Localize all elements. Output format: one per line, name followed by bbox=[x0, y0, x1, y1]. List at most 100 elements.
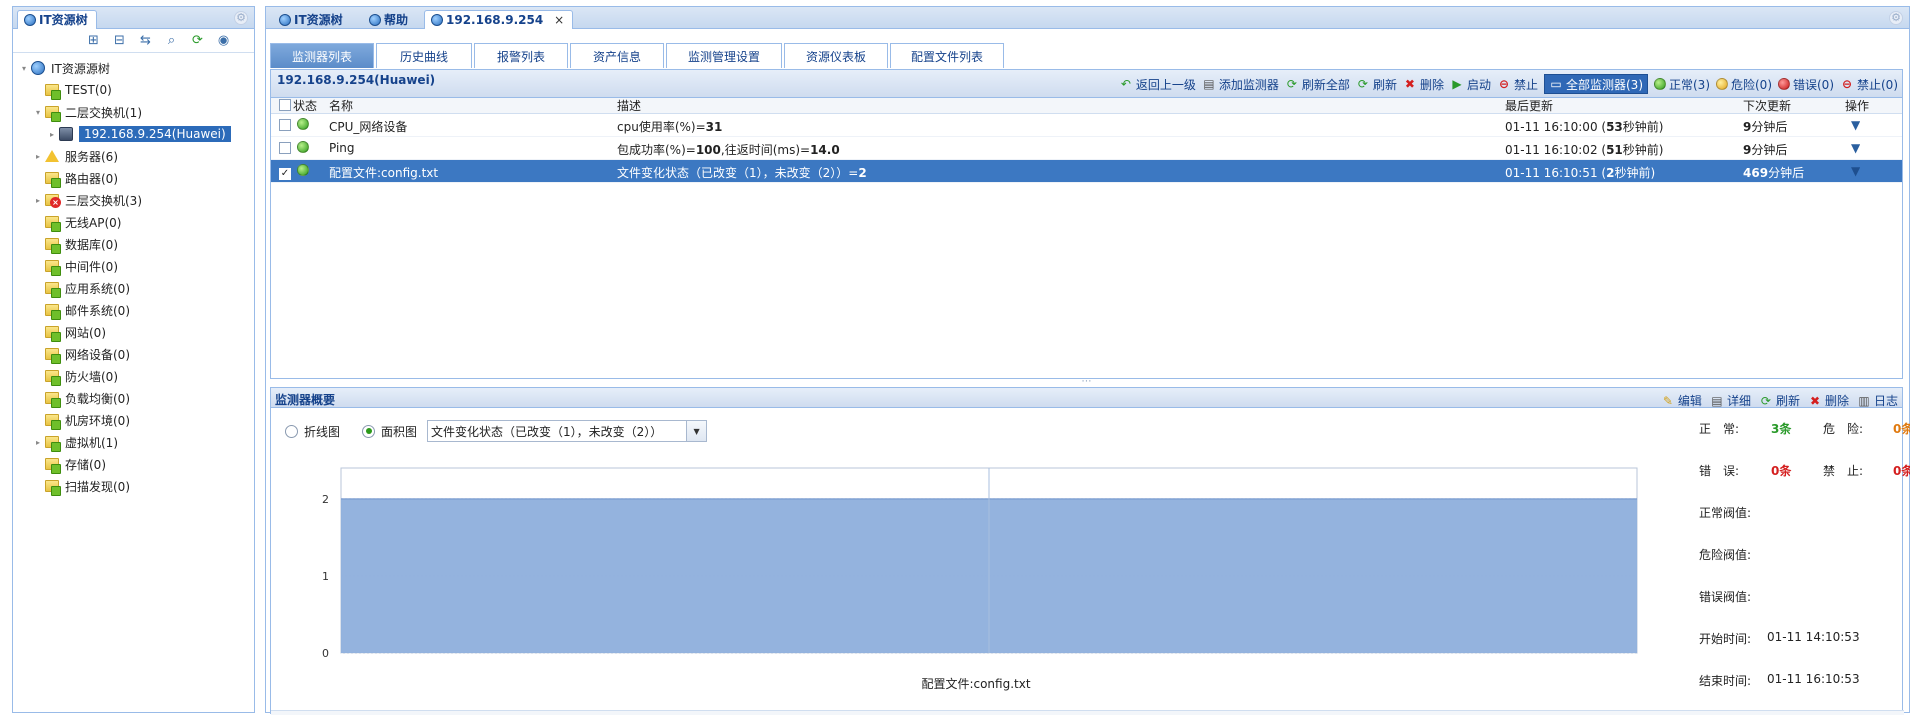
tab-label: IT资源树 bbox=[39, 13, 88, 27]
area-chart-radio[interactable] bbox=[362, 424, 376, 438]
sub-tab[interactable]: 报警列表 bbox=[474, 43, 568, 68]
summary-header: 监测器概要 ✎ 编辑 ▤ 详细 ⟳ 刷新 ✖ 删除 ▥ 日志 bbox=[271, 388, 1902, 408]
tree-node-label: 二层交换机(1) bbox=[65, 105, 142, 120]
expand-arrow-icon[interactable]: ▸ bbox=[47, 130, 57, 139]
filter-danger[interactable]: 危险(0) bbox=[1716, 76, 1772, 93]
sub-tab[interactable]: 资源仪表板 bbox=[784, 43, 888, 68]
filter-all-monitors[interactable]: ▭ 全部监测器(3) bbox=[1544, 74, 1648, 94]
search-icon[interactable]: ⌕ bbox=[163, 33, 181, 49]
tab-help[interactable]: 帮助 bbox=[362, 10, 417, 29]
link-icon[interactable]: ⇆ bbox=[137, 33, 155, 49]
log-button[interactable]: ▥ 日志 bbox=[1857, 392, 1898, 409]
expand-arrow-icon[interactable]: ▸ bbox=[33, 196, 43, 205]
panel-settings-icon[interactable]: ⚙ bbox=[234, 11, 248, 25]
row-checkbox[interactable] bbox=[279, 142, 291, 157]
tree-node[interactable]: 扫描发现(0) bbox=[13, 475, 254, 497]
row-checkbox[interactable] bbox=[279, 119, 291, 134]
add-monitor-icon: ▤ bbox=[1203, 77, 1215, 91]
filter-forbidden[interactable]: ⊖ 禁止(0) bbox=[1840, 76, 1898, 93]
tab-it-resource-tree[interactable]: IT资源树 bbox=[272, 10, 352, 29]
refresh-icon[interactable]: ⟳ bbox=[189, 33, 207, 49]
refresh-button[interactable]: ⟳ 刷新 bbox=[1356, 76, 1397, 93]
table-row[interactable]: ✓ 配置文件:config.txt 文件变化状态（已改变（1），未改变（2））=2 0… bbox=[271, 160, 1902, 183]
disable-button[interactable]: ⊖ 禁止 bbox=[1497, 76, 1538, 93]
add-monitor-button[interactable]: ▤ 添加监测器 bbox=[1202, 76, 1279, 93]
collapse-arrow-icon[interactable]: ▾ bbox=[19, 64, 29, 73]
select-all-checkbox[interactable] bbox=[279, 99, 291, 114]
monitor-desc: 文件变化状态（已改变（1），未改变（2））=2 bbox=[617, 166, 867, 180]
detail-button[interactable]: ▤ 详细 bbox=[1710, 392, 1751, 409]
tree-node[interactable]: 防火墙(0) bbox=[13, 365, 254, 387]
expand-all-icon[interactable]: ⊞ bbox=[85, 33, 103, 49]
back-button[interactable]: ↶ 返回上一级 bbox=[1119, 76, 1196, 93]
table-row[interactable]: Ping 包成功率(%)=100,往返时间(ms)=14.0 01-11 16:10… bbox=[271, 137, 1902, 160]
row-menu-icon[interactable]: ▼ bbox=[1851, 164, 1860, 178]
tree-node[interactable]: ▸ 192.168.9.254(Huawei) bbox=[13, 123, 254, 145]
tree-node[interactable]: 中间件(0) bbox=[13, 255, 254, 277]
row-menu-icon[interactable]: ▼ bbox=[1851, 141, 1860, 155]
tree-node[interactable]: TEST(0) bbox=[13, 79, 254, 101]
monitor-name[interactable]: Ping bbox=[329, 141, 355, 155]
tree-node[interactable]: ▸ 服务器(6) bbox=[13, 145, 254, 167]
y-tick-label: 0 bbox=[322, 647, 329, 660]
col-name[interactable]: 名称 bbox=[329, 97, 353, 114]
globe-icon bbox=[24, 14, 36, 26]
tree-node[interactable]: 无线AP(0) bbox=[13, 211, 254, 233]
filter-error[interactable]: 错误(0) bbox=[1778, 76, 1834, 93]
refresh-all-button[interactable]: ⟳ 刷新全部 bbox=[1285, 76, 1350, 93]
col-desc[interactable]: 描述 bbox=[617, 97, 641, 114]
sub-tab[interactable]: 历史曲线 bbox=[376, 43, 472, 68]
expand-arrow-icon[interactable]: ▾ bbox=[33, 108, 43, 117]
table-row[interactable]: CPU_网络设备 cpu使用率(%)=31 01-11 16:10:00 (53秒钟… bbox=[271, 114, 1902, 137]
tree-node[interactable]: ▸ × 三层交换机(3) bbox=[13, 189, 254, 211]
tab-device[interactable]: 192.168.9.254 × bbox=[424, 10, 574, 29]
tree-node[interactable]: 负载均衡(0) bbox=[13, 387, 254, 409]
line-chart-radio[interactable] bbox=[285, 424, 298, 438]
eye-icon[interactable]: ◉ bbox=[215, 33, 233, 49]
edit-button[interactable]: ✎ 编辑 bbox=[1661, 392, 1702, 409]
forbid-count-label: 禁 止: bbox=[1823, 464, 1864, 478]
tree-node[interactable]: 机房环境(0) bbox=[13, 409, 254, 431]
start-button[interactable]: ▶ 启动 bbox=[1450, 76, 1491, 93]
chevron-down-icon[interactable]: ▼ bbox=[686, 421, 707, 441]
expand-arrow-icon[interactable]: ▸ bbox=[33, 152, 43, 161]
tree-node[interactable]: 路由器(0) bbox=[13, 167, 254, 189]
col-ops[interactable]: 操作 bbox=[1845, 97, 1869, 114]
col-status[interactable]: 状态 bbox=[293, 97, 317, 114]
tree-node[interactable]: 网络设备(0) bbox=[13, 343, 254, 365]
tab-it-resource-tree[interactable]: IT资源树 bbox=[17, 10, 97, 29]
tree-node[interactable]: ▾ 二层交换机(1) bbox=[13, 101, 254, 123]
tree-root[interactable]: ▾ IT资源源树 bbox=[13, 57, 254, 79]
tree-node[interactable]: 数据库(0) bbox=[13, 233, 254, 255]
tree-node[interactable]: ▸ 虚拟机(1) bbox=[13, 431, 254, 453]
delete-button[interactable]: ✖ 删除 bbox=[1808, 392, 1849, 409]
collapse-all-icon[interactable]: ⊟ bbox=[111, 33, 129, 49]
col-last-update[interactable]: 最后更新 bbox=[1505, 97, 1553, 114]
sub-tab[interactable]: 配置文件列表 bbox=[890, 43, 1004, 68]
sub-tab[interactable]: 监测器列表 bbox=[270, 43, 374, 68]
sub-tab[interactable]: 监测管理设置 bbox=[666, 43, 782, 68]
row-checkbox[interactable]: ✓ bbox=[279, 165, 291, 180]
tree-node[interactable]: 存储(0) bbox=[13, 453, 254, 475]
delete-button[interactable]: ✖ 删除 bbox=[1403, 76, 1444, 93]
monitor-name[interactable]: 配置文件:config.txt bbox=[329, 164, 438, 181]
next-update: 9分钟后 bbox=[1743, 120, 1788, 134]
tree-node[interactable]: 网站(0) bbox=[13, 321, 254, 343]
refresh-button[interactable]: ⟳ 刷新 bbox=[1759, 392, 1800, 409]
close-icon[interactable]: × bbox=[554, 11, 564, 29]
splitter-handle[interactable]: ⋯ bbox=[270, 377, 1903, 387]
panel-settings-icon[interactable]: ⚙ bbox=[1889, 11, 1903, 25]
y-tick-label: 1 bbox=[322, 570, 329, 583]
tree-node[interactable]: 应用系统(0) bbox=[13, 277, 254, 299]
row-menu-icon[interactable]: ▼ bbox=[1851, 118, 1860, 132]
col-next-update[interactable]: 下次更新 bbox=[1743, 97, 1791, 114]
tree-node[interactable]: 邮件系统(0) bbox=[13, 299, 254, 321]
sub-tab[interactable]: 资产信息 bbox=[570, 43, 664, 68]
monitor-name[interactable]: CPU_网络设备 bbox=[329, 118, 407, 135]
folder-ok-icon bbox=[45, 172, 61, 188]
folder-icon: × bbox=[45, 194, 61, 208]
left-tabstrip: IT资源树 ⚙ bbox=[13, 7, 254, 29]
metric-select[interactable]: 文件变化状态（已改变（1），未改变（2）） ▼ bbox=[427, 420, 708, 442]
filter-normal[interactable]: 正常(3) bbox=[1654, 76, 1710, 93]
expand-arrow-icon[interactable]: ▸ bbox=[33, 438, 43, 447]
